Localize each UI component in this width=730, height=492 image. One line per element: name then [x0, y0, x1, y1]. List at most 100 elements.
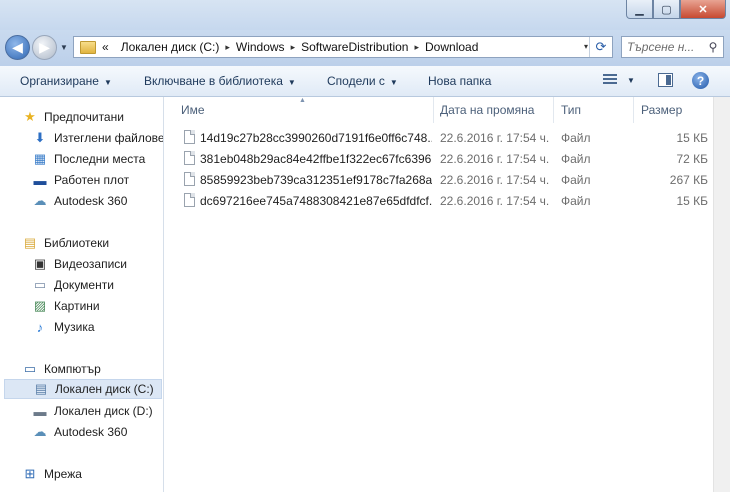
nav-network[interactable]: ⊞ Мрежа [22, 464, 82, 484]
breadcrumb-windows[interactable]: Windows [230, 40, 291, 54]
file-size: 15 КБ [676, 131, 708, 145]
file-size: 267 КБ [669, 173, 708, 187]
view-options-dropdown[interactable]: ▼ [627, 76, 635, 85]
nav-desktop[interactable]: ▬ Работен плот [32, 170, 130, 190]
breadcrumb-local-disk[interactable]: Локален диск (C:) [115, 40, 226, 54]
nav-documents[interactable]: ▭ Документи [32, 275, 114, 295]
music-icon: ♪ [36, 319, 44, 335]
organize-label: Организиране [20, 74, 99, 88]
include-library-label: Включване в библиотека [144, 74, 283, 88]
nav-local-c-label: Локален диск (C:) [55, 382, 154, 396]
breadcrumb-overflow[interactable]: « [96, 40, 115, 54]
nav-downloads[interactable]: ⬇ Изтеглени файлове [32, 128, 163, 148]
breadcrumb-softwaredistribution[interactable]: SoftwareDistribution [295, 40, 414, 54]
search-input[interactable]: Търсене н... ⚲ [621, 36, 724, 58]
nav-computer-label: Компютър [44, 362, 101, 376]
file-row[interactable]: 14d19c27b28cc3990260d7191f6e0ff6c748... … [178, 128, 710, 149]
share-with-label: Сподели с [327, 74, 385, 88]
column-header-type[interactable]: Тип [554, 97, 634, 123]
nav-computer[interactable]: ▭ Компютър [22, 359, 101, 379]
cloud-drive-icon: ☁ [33, 193, 47, 208]
file-row[interactable]: 85859923beb739ca312351ef9178c7fa268a... … [178, 170, 710, 191]
network-icon: ⊞ [24, 466, 36, 481]
column-type-label: Тип [561, 103, 582, 117]
dropdown-arrow-icon: ▼ [389, 78, 398, 87]
back-button[interactable]: ◀ [5, 35, 30, 60]
column-header-name[interactable]: Име [178, 97, 434, 123]
nav-pictures[interactable]: ▨ Картини [32, 296, 100, 316]
nav-music[interactable]: ♪ Музика [32, 317, 95, 337]
maximize-button[interactable]: ▢ [653, 0, 680, 19]
nav-network-label: Мрежа [44, 467, 82, 481]
window-controls: ▁ ▢ ✕ [626, 0, 726, 19]
change-view-icon[interactable] [603, 74, 617, 86]
system-drive-icon: ▤ [34, 381, 48, 396]
nav-favorites[interactable]: ★ Предпочитани [22, 107, 124, 127]
organize-button[interactable]: Организиране ▼ [20, 74, 112, 88]
new-folder-label: Нова папка [428, 74, 492, 88]
file-row[interactable]: 381eb048b29ac84e42ffbe1f322ec67fc6396...… [178, 149, 710, 170]
documents-icon: ▭ [33, 277, 47, 292]
file-type: Файл [561, 194, 591, 208]
column-header-date[interactable]: Дата на промяна [434, 97, 554, 123]
command-bar: Организиране ▼ Включване в библиотека ▼ Сп… [0, 66, 730, 97]
file-name: 85859923beb739ca312351ef9178c7fa268a... [200, 173, 432, 187]
downloads-folder-icon: ⬇ [34, 130, 46, 145]
preview-pane-icon[interactable] [658, 73, 673, 87]
nav-desktop-label: Работен плот [54, 173, 130, 187]
nav-videos[interactable]: ▣ Видеозаписи [32, 254, 127, 274]
search-icon[interactable]: ⚲ [705, 40, 721, 54]
column-size-label: Размер [641, 103, 683, 117]
drive-icon: ▬ [33, 403, 47, 419]
vertical-scrollbar[interactable] [713, 97, 730, 492]
computer-icon: ▭ [23, 361, 37, 376]
arrow-right-icon: ▶ [39, 39, 50, 55]
nav-music-label: Музика [54, 320, 95, 334]
file-date: 22.6.2016 г. 17:54 ч. [440, 131, 550, 145]
library-icon: ▤ [23, 235, 37, 250]
file-date: 22.6.2016 г. 17:54 ч. [440, 152, 550, 166]
nav-autodesk-360-computer[interactable]: ☁ Autodesk 360 [32, 422, 128, 442]
file-name: dc697216ee745a7488308421e87e65dfdfcf... [200, 194, 432, 208]
share-with-button[interactable]: Сподели с ▼ [327, 74, 398, 88]
nav-libraries-label: Библиотеки [44, 236, 110, 250]
nav-autodesk-360[interactable]: ☁ Autodesk 360 [32, 191, 128, 211]
file-type: Файл [561, 152, 591, 166]
recent-places-icon: ▦ [33, 151, 47, 166]
arrow-left-icon: ◀ [12, 39, 23, 55]
include-in-library-button[interactable]: Включване в библиотека ▼ [144, 74, 296, 88]
minimize-button[interactable]: ▁ [626, 0, 653, 19]
navigation-pane[interactable]: ★ Предпочитани ⬇ Изтеглени файлове ▦ Пос… [0, 97, 164, 492]
address-row: ◀ ▶ ▼ « Локален диск (C:) ▸ Windows ▸ So… [0, 30, 730, 66]
file-row[interactable]: dc697216ee745a7488308421e87e65dfdfcf... … [178, 191, 710, 212]
nav-favorites-label: Предпочитани [44, 110, 124, 124]
file-name: 14d19c27b28cc3990260d7191f6e0ff6c748... [200, 131, 432, 145]
file-size: 15 КБ [676, 194, 708, 208]
file-date: 22.6.2016 г. 17:54 ч. [440, 194, 550, 208]
close-button[interactable]: ✕ [680, 0, 726, 19]
dropdown-arrow-icon: ▼ [103, 78, 112, 87]
column-date-label: Дата на промяна [440, 103, 535, 117]
title-bar: ▁ ▢ ✕ [0, 0, 730, 30]
file-icon [184, 130, 195, 144]
new-folder-button[interactable]: Нова папка [428, 74, 491, 88]
refresh-button[interactable]: ⟳ [589, 37, 612, 57]
file-type: Файл [561, 173, 591, 187]
file-icon [184, 151, 195, 165]
file-icon [184, 172, 195, 186]
recent-pages-dropdown[interactable]: ▼ [60, 43, 68, 52]
column-header-size[interactable]: Размер [634, 97, 713, 123]
nav-local-disk-c[interactable]: ▤ Локален диск (C:) [4, 379, 162, 399]
star-icon: ★ [24, 109, 36, 124]
refresh-icon: ⟳ [595, 39, 607, 54]
nav-recent-places[interactable]: ▦ Последни места [32, 149, 146, 169]
nav-libraries[interactable]: ▤ Библиотеки [22, 233, 109, 253]
search-placeholder: Търсене н... [627, 40, 695, 54]
address-bar[interactable]: « Локален диск (C:) ▸ Windows ▸ Software… [73, 36, 613, 58]
file-date: 22.6.2016 г. 17:54 ч. [440, 173, 550, 187]
nav-local-disk-d[interactable]: ▬ Локален диск (D:) [32, 401, 153, 421]
address-dropdown-icon[interactable]: ▾ [584, 42, 588, 51]
breadcrumb-download[interactable]: Download [419, 40, 484, 54]
help-icon[interactable]: ? [692, 72, 709, 89]
forward-button[interactable]: ▶ [32, 35, 57, 60]
